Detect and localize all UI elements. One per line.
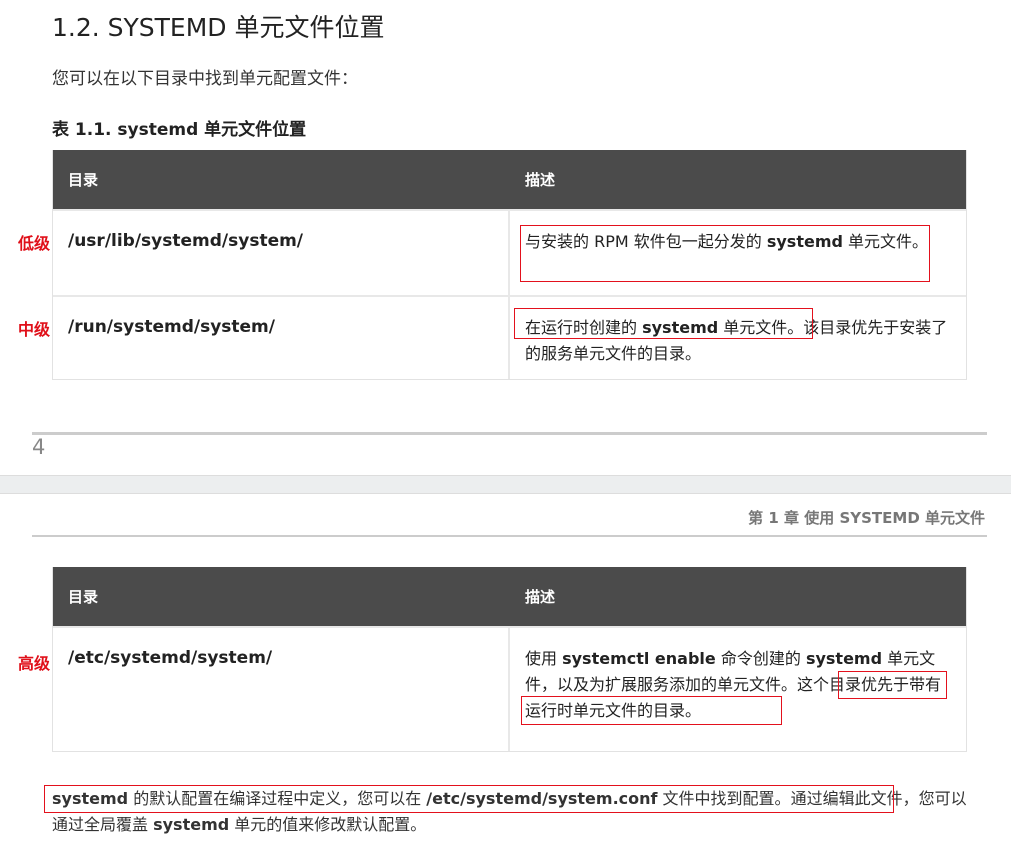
column-header-directory: 目录 (68, 588, 99, 606)
column-header-description: 描述 (525, 588, 556, 606)
level-label: 高级 (18, 654, 51, 673)
column-header-description: 描述 (525, 171, 556, 189)
section-title: 1.2. SYSTEMD 单元文件位置 (52, 13, 385, 42)
annotation-box (838, 671, 947, 699)
annotation-box (521, 696, 782, 725)
dir-cell: /etc/systemd/system/ (53, 628, 510, 751)
annotation-box (44, 785, 894, 813)
dir-cell: /run/systemd/system/ (53, 297, 510, 379)
intro-text: 您可以在以下目录中找到单元配置文件： (52, 69, 358, 89)
column-header-directory: 目录 (68, 171, 99, 189)
table-caption: 表 1.1. systemd 单元文件位置 (52, 120, 307, 140)
running-header: 第 1 章 使用 SYSTEMD 单元文件 (748, 509, 985, 527)
page-gap (0, 475, 1011, 494)
header-divider (32, 535, 987, 537)
annotation-box (514, 308, 813, 339)
level-label: 低级 (18, 234, 51, 253)
annotation-box (520, 225, 930, 282)
page-divider (32, 432, 987, 435)
table-row: /run/systemd/system/ 在运行时创建的 systemd 单元文… (53, 295, 966, 379)
page-number: 4 (32, 435, 46, 459)
table-row: /etc/systemd/system/ 使用 systemctl enable… (53, 626, 966, 751)
dir-cell: /usr/lib/systemd/system/ (53, 211, 510, 295)
unit-location-table-continued: 目录 描述 /etc/systemd/system/ 使用 systemctl e… (52, 567, 967, 752)
level-label: 中级 (18, 320, 51, 339)
